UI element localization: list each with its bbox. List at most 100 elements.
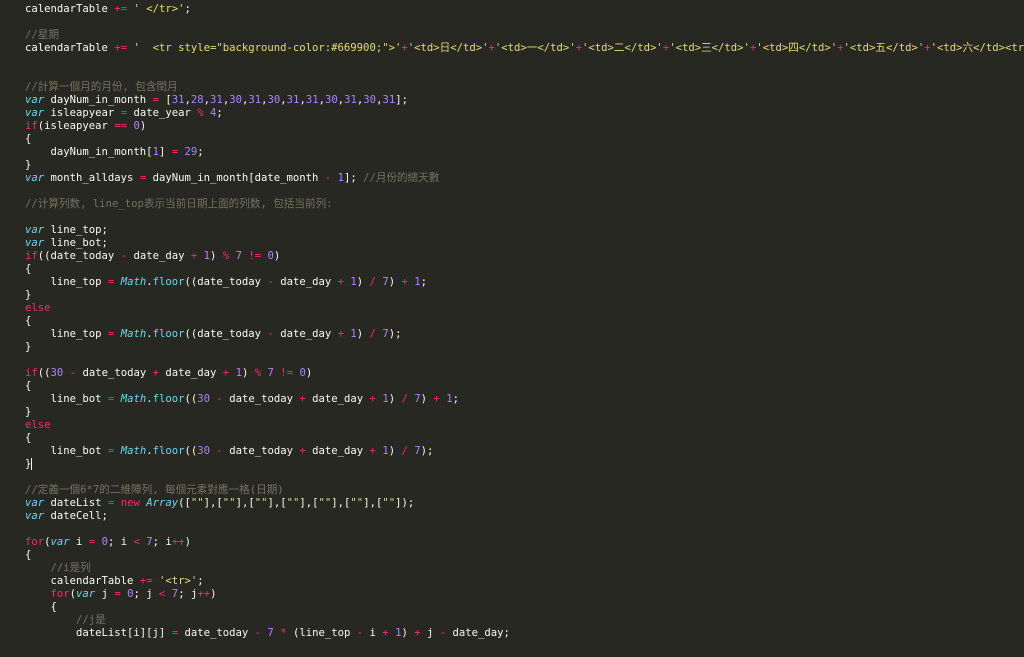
code-line[interactable]: { <box>25 549 1024 562</box>
storage-token: var <box>25 237 45 249</box>
code-line[interactable] <box>25 471 1024 484</box>
code-line[interactable]: } <box>25 341 1024 354</box>
code-line[interactable]: { <box>25 601 1024 614</box>
code-line[interactable]: { <box>25 133 1024 146</box>
code-text: dateList <box>44 497 108 509</box>
operator-token: ++ <box>197 588 211 600</box>
code-text: ]); <box>395 497 415 509</box>
code-line[interactable]: if(isleapyear == 0) <box>25 120 1024 133</box>
comment-token: //定義一個6*7的二維陣列, 每個元素對應一格(日期) <box>25 484 284 496</box>
code-text: (line_top <box>286 627 357 639</box>
code-text: ],[ <box>267 497 287 509</box>
code-text: line_top <box>25 328 108 340</box>
code-line[interactable]: { <box>25 380 1024 393</box>
string-token: '<td>四</td>' <box>756 42 838 54</box>
code-text: dayNum_in_month[ <box>25 146 153 158</box>
code-text: ) <box>210 588 217 600</box>
code-text: calendarTable <box>25 3 115 15</box>
code-line[interactable] <box>25 16 1024 29</box>
code-text: ) <box>388 276 402 288</box>
code-text: dayNum_in_month <box>44 94 153 106</box>
code-line[interactable]: //定義一個6*7的二維陣列, 每個元素對應一格(日期) <box>25 484 1024 497</box>
storage-token: var <box>25 94 45 106</box>
code-line[interactable]: dayNum_in_month[1] = 29; <box>25 146 1024 159</box>
code-line[interactable] <box>25 185 1024 198</box>
keyword-token: for <box>25 536 45 548</box>
code-line[interactable]: line_top = Math.floor((date_today - date… <box>25 276 1024 289</box>
code-line[interactable]: //计算列数, line_top表示当前日期上面的列数, 包括当前列: <box>25 198 1024 211</box>
code-line[interactable]: for(var i = 0; i < 7; i++) <box>25 536 1024 549</box>
number-token: 28 <box>190 94 204 106</box>
code-text: line_bot <box>25 393 108 405</box>
code-line[interactable]: line_bot = Math.floor((30 - date_today +… <box>25 393 1024 406</box>
storage-token: var <box>76 588 96 600</box>
function-token: floor <box>152 393 185 405</box>
code-text: (( <box>184 393 198 405</box>
code-text: date_today <box>76 367 153 379</box>
keyword-token: if <box>25 120 38 132</box>
code-text: ) <box>401 627 415 639</box>
code-text: date_today <box>178 627 255 639</box>
code-line[interactable]: { <box>25 263 1024 276</box>
storage-token: var <box>25 172 45 184</box>
code-text: i <box>69 536 89 548</box>
keyword-token: else <box>25 419 51 431</box>
code-line[interactable]: var dateList = new Array([""],[""],[""],… <box>25 497 1024 510</box>
code-line[interactable]: //j是 <box>25 614 1024 627</box>
code-line[interactable]: //計算一個月的月份, 包含閏月 <box>25 81 1024 94</box>
code-line[interactable]: var month_alldays = dayNum_in_month[date… <box>25 172 1024 185</box>
code-text: { <box>25 380 32 392</box>
code-line[interactable]: } <box>25 458 1024 471</box>
code-line[interactable]: line_top = Math.floor((date_today - date… <box>25 328 1024 341</box>
code-line[interactable]: var line_bot; <box>25 237 1024 250</box>
code-text: line_top; <box>44 224 108 236</box>
code-line[interactable]: { <box>25 432 1024 445</box>
code-line[interactable]: else <box>25 419 1024 432</box>
code-line[interactable]: else <box>25 302 1024 315</box>
code-line[interactable]: if((date_today - date_day + 1) % 7 != 0) <box>25 250 1024 263</box>
code-line[interactable]: line_bot = Math.floor((30 - date_today +… <box>25 445 1024 458</box>
code-line[interactable]: } <box>25 159 1024 172</box>
code-line[interactable]: calendarTable += '<tr>'; <box>25 575 1024 588</box>
code-line[interactable]: } <box>25 406 1024 419</box>
code-text: line_bot; <box>44 237 108 249</box>
code-text: ; <box>197 575 204 587</box>
code-text: ) <box>210 250 223 262</box>
code-line[interactable]: dateList[i][j] = date_today - 7 * (line_… <box>25 627 1024 640</box>
code-line[interactable]: calendarTable += ' </tr>'; <box>25 3 1024 16</box>
code-text: date_day; <box>446 627 510 639</box>
code-line[interactable]: var line_top; <box>25 224 1024 237</box>
code-line[interactable]: var isleapyear = date_year % 4; <box>25 107 1024 120</box>
code-line[interactable]: var dayNum_in_month = [31,28,31,30,31,30… <box>25 94 1024 107</box>
code-text: date_day <box>305 393 370 405</box>
code-line[interactable]: if((30 - date_today + date_day + 1) % 7 … <box>25 367 1024 380</box>
code-line[interactable] <box>25 68 1024 81</box>
code-line[interactable]: //星期 <box>25 29 1024 42</box>
code-text: } <box>25 406 32 418</box>
code-line[interactable] <box>25 354 1024 367</box>
code-text: dateList[i][j] <box>25 627 172 639</box>
code-text: { <box>25 432 32 444</box>
function-token: floor <box>152 328 185 340</box>
code-line[interactable] <box>25 211 1024 224</box>
code-text: ([ <box>178 497 191 509</box>
code-line[interactable]: for(var j = 0; j < 7; j++) <box>25 588 1024 601</box>
code-line[interactable]: { <box>25 315 1024 328</box>
number-token: 30 <box>50 367 64 379</box>
code-line[interactable]: calendarTable += ' <tr style="background… <box>25 42 1024 55</box>
code-line[interactable]: //i是列 <box>25 562 1024 575</box>
builtin-token: Math <box>120 445 147 457</box>
code-text: ((date_today <box>184 276 268 288</box>
code-editor[interactable]: calendarTable += ' </tr>'; //星期 calendarT… <box>0 0 1024 657</box>
code-lines[interactable]: calendarTable += ' </tr>'; //星期 calendarT… <box>25 3 1024 640</box>
code-line[interactable]: var dateCell; <box>25 510 1024 523</box>
code-line[interactable]: } <box>25 289 1024 302</box>
code-line[interactable] <box>25 523 1024 536</box>
number-token: 30 <box>229 94 242 106</box>
code-text: ],[ <box>331 497 351 509</box>
number-token: 30 <box>197 445 211 457</box>
string-token: '<td>日</td>' <box>407 42 489 54</box>
code-line[interactable] <box>25 55 1024 68</box>
